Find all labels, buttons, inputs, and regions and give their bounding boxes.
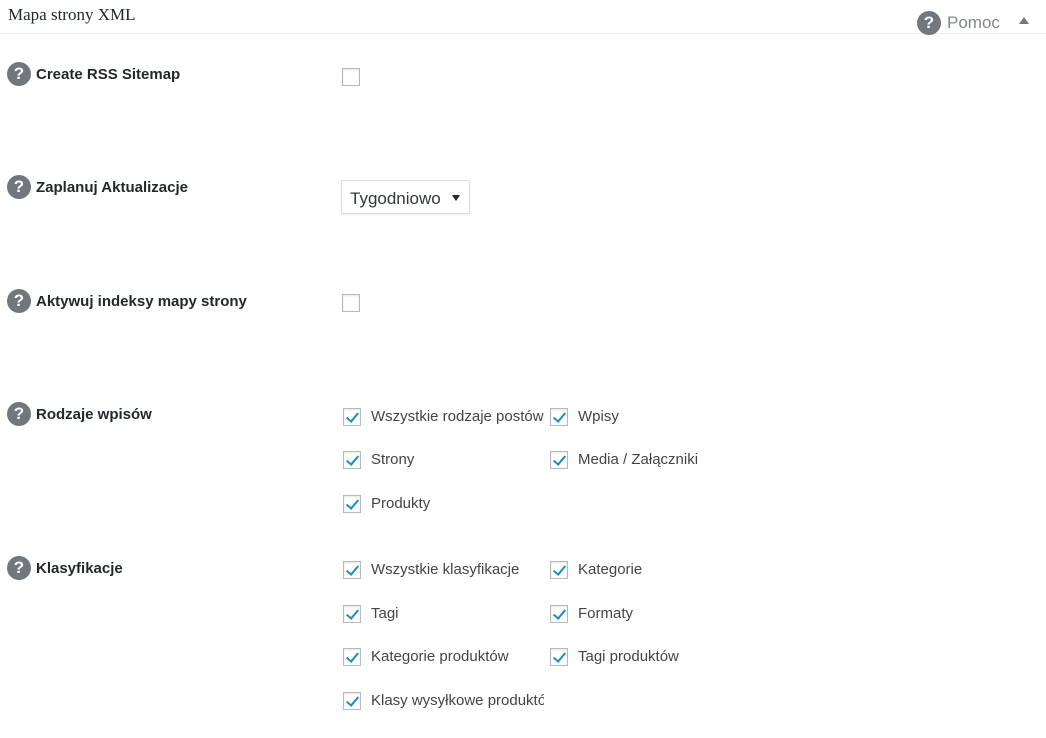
rss-sitemap-checkbox[interactable] [342,68,360,86]
post-type-products-label[interactable]: Produkty [371,495,430,513]
label-text-post-types: Rodzaje wpisów [36,405,152,423]
label-text-rss: Create RSS Sitemap [36,65,181,83]
help-question-icon: ? [917,11,941,35]
label-text-taxonomies: Klasyfikacje [36,559,123,577]
collapse-toggle-button[interactable] [1016,12,1032,28]
question-circle-icon[interactable]: ? [7,556,31,580]
help-label: Pomoc [947,13,1000,32]
post-type-pages-checkbox[interactable] [343,451,361,469]
question-circle-icon[interactable]: ? [7,289,31,313]
taxonomy-product-tags-checkbox[interactable] [550,648,568,666]
post-type-all-label[interactable]: Wszystkie rodzaje postów [371,408,544,426]
panel-header: Mapa strony XML ? Pomoc [0,0,1046,35]
label-text-schedule: Zaplanuj Aktualizacje [36,178,188,196]
setting-label-indexes: ? Aktywuj indeksy mapy strony [7,289,247,313]
setting-rss-sitemap: ? Create RSS Sitemap [0,62,1046,102]
label-text-indexes: Aktywuj indeksy mapy strony [36,292,247,310]
setting-label-post-types: ? Rodzaje wpisów [7,402,152,426]
question-circle-icon[interactable]: ? [7,62,31,86]
triangle-up-icon [1019,16,1029,24]
post-type-media-checkbox[interactable] [550,451,568,469]
schedule-select[interactable]: Tygodniowo [341,180,470,214]
taxonomy-tags-checkbox[interactable] [343,605,361,623]
panel-title: Mapa strony XML [8,5,136,24]
setting-label-schedule: ? Zaplanuj Aktualizacje [7,175,188,199]
post-type-posts-checkbox[interactable] [550,408,568,426]
post-type-all-checkbox[interactable] [343,408,361,426]
post-type-products-checkbox[interactable] [343,495,361,513]
post-type-pages-label[interactable]: Strony [371,451,414,469]
taxonomy-shipping-classes-label[interactable]: Klasy wysyłkowe produktów [371,692,544,710]
taxonomy-categories-checkbox[interactable] [550,561,568,579]
taxonomy-formats-checkbox[interactable] [550,605,568,623]
taxonomy-product-categories-checkbox[interactable] [343,648,361,666]
caret-down-icon [452,195,460,201]
post-type-posts-label[interactable]: Wpisy [578,408,619,426]
setting-label-rss: ? Create RSS Sitemap [7,62,180,86]
taxonomy-all-checkbox[interactable] [343,561,361,579]
taxonomy-product-categories-label[interactable]: Kategorie produktów [371,648,544,666]
taxonomy-shipping-classes-checkbox[interactable] [343,692,361,710]
taxonomy-tags-label[interactable]: Tagi [371,605,399,623]
taxonomy-formats-label[interactable]: Formaty [578,605,633,623]
schedule-select-value: Tygodniowo [350,189,441,208]
help-link[interactable]: ? Pomoc [917,11,1000,35]
post-type-media-label[interactable]: Media / Załączniki [578,451,698,469]
setting-label-taxonomies: ? Klasyfikacje [7,556,123,580]
taxonomy-categories-label[interactable]: Kategorie [578,561,642,579]
question-circle-icon[interactable]: ? [7,175,31,199]
sitemap-indexes-checkbox[interactable] [342,294,360,312]
taxonomy-all-label[interactable]: Wszystkie klasyfikacje [371,561,544,579]
setting-sitemap-indexes: ? Aktywuj indeksy mapy strony [0,289,1046,329]
setting-schedule: ? Zaplanuj Aktualizacje [0,175,1046,215]
taxonomy-product-tags-label[interactable]: Tagi produktów [578,648,679,666]
question-circle-icon[interactable]: ? [7,402,31,426]
